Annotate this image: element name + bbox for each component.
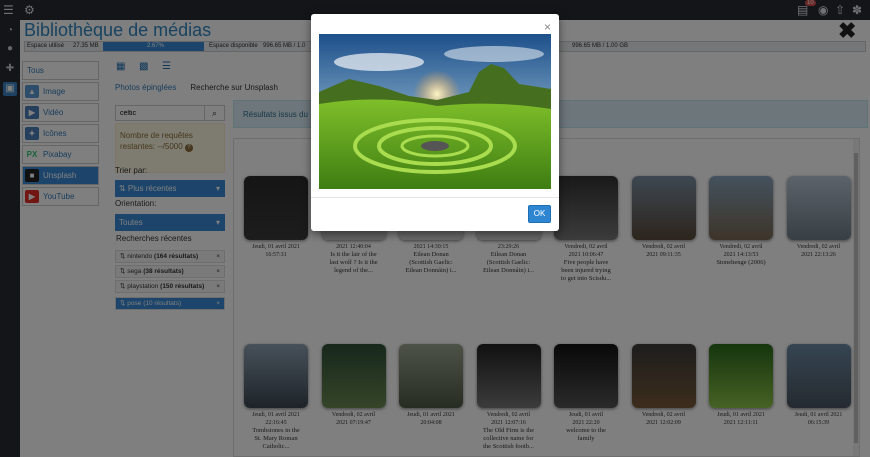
modal-footer-divider [311,197,559,198]
ok-button[interactable]: OK [528,205,551,223]
preview-image [319,34,551,189]
modal-close-button[interactable]: × [544,20,551,34]
image-preview-modal: × OK [311,14,559,231]
